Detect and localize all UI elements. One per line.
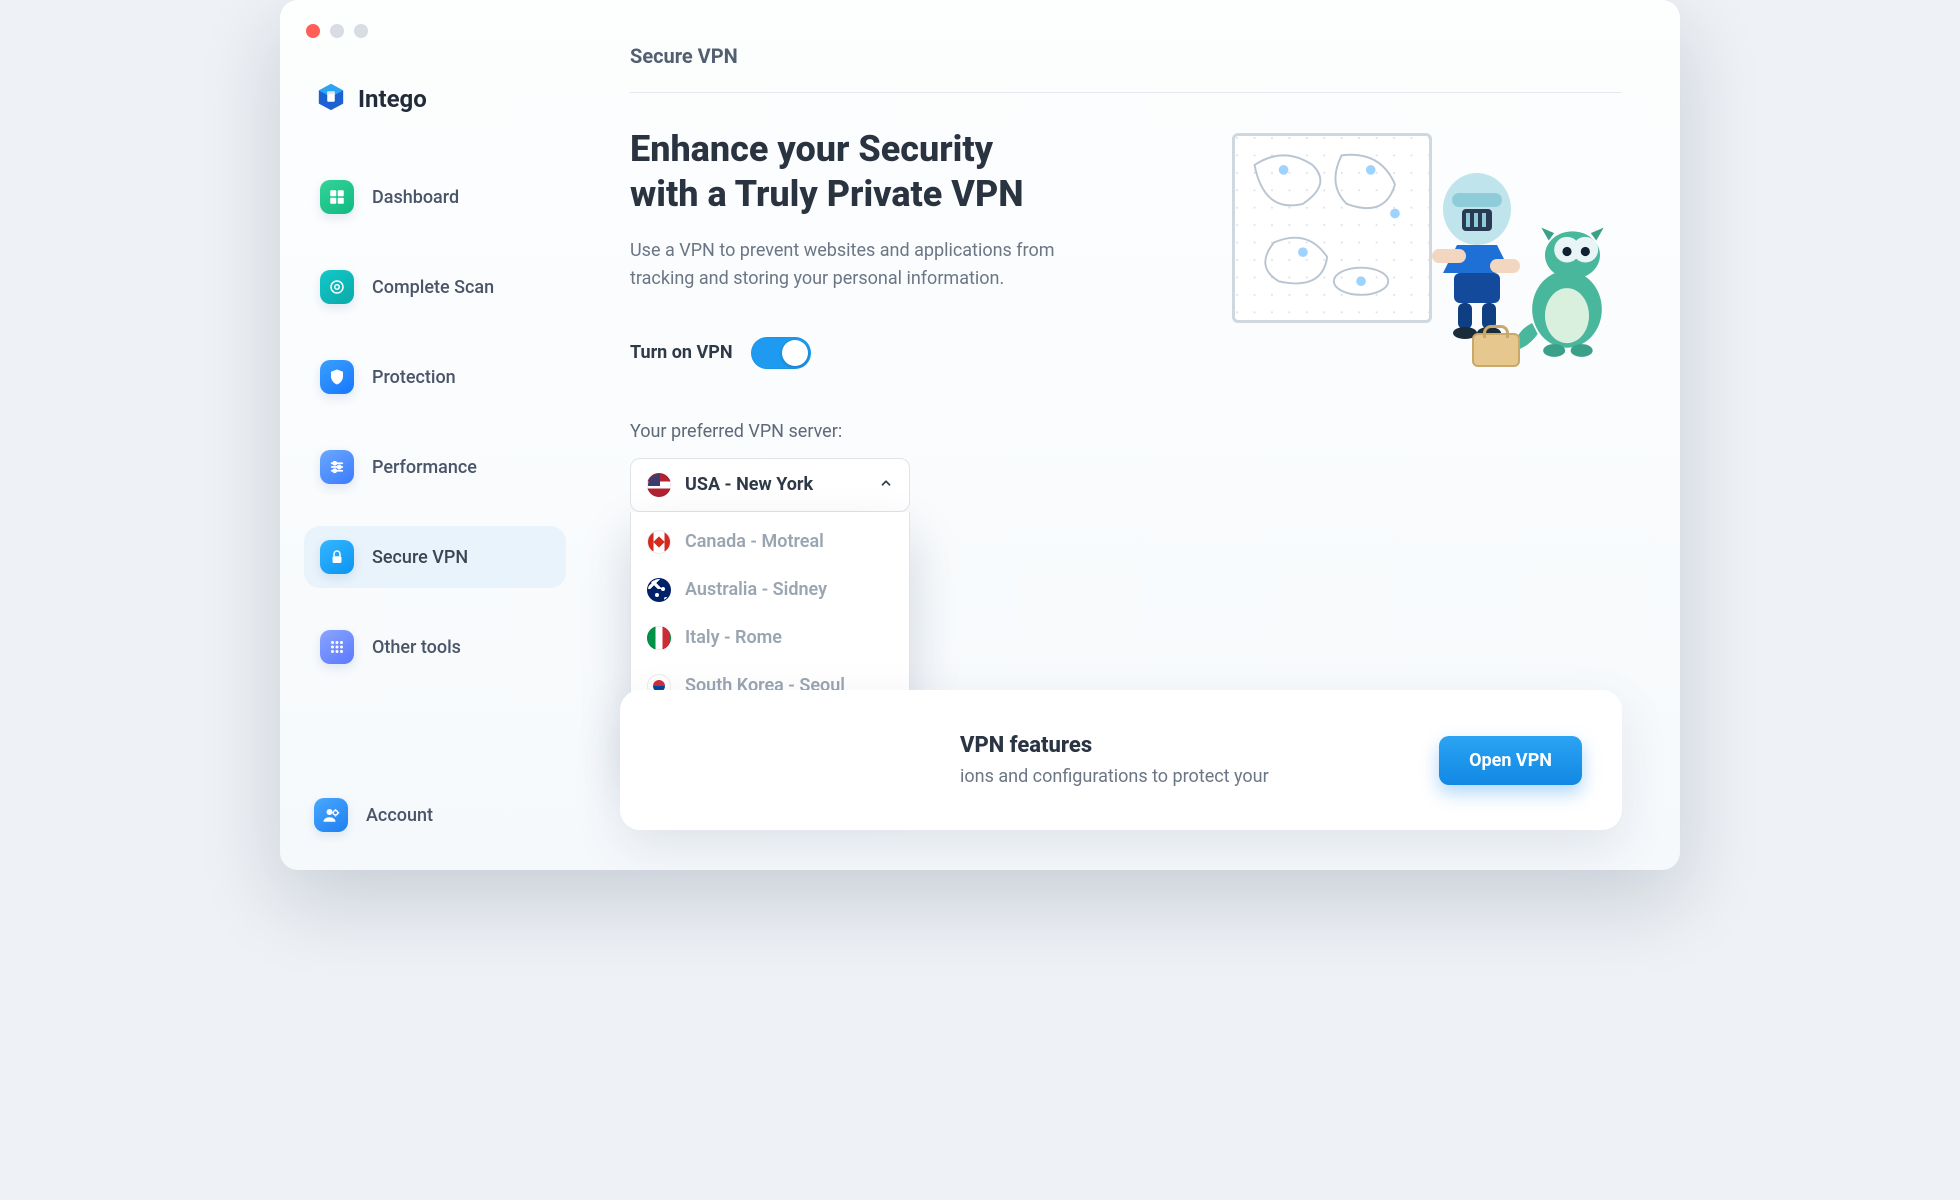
hero-heading: Enhance your Security with a Truly Priva… — [630, 127, 1182, 217]
card-subtitle: ions and configurations to protect your — [960, 766, 1409, 787]
scan-icon — [320, 270, 354, 304]
sidebar-item-label: Other tools — [372, 637, 461, 658]
sidebar-item-protection[interactable]: Protection — [304, 346, 566, 408]
sidebar: Intego Dashboard Complete Scan Protectio — [280, 0, 590, 870]
hero-text: Enhance your Security with a Truly Priva… — [630, 127, 1182, 512]
vpn-toggle[interactable] — [751, 337, 811, 369]
window-close-button[interactable] — [306, 24, 320, 38]
server-option-label: Canada - Motreal — [685, 531, 824, 552]
server-dropdown-toggle[interactable]: USA - New York — [630, 458, 910, 512]
sidebar-item-label: Complete Scan — [372, 277, 494, 298]
flag-italy-icon — [647, 626, 671, 650]
server-option-label: Italy - Rome — [685, 627, 782, 648]
card-title: VPN features — [960, 733, 1409, 758]
hero-section: Enhance your Security with a Truly Priva… — [630, 93, 1622, 512]
vpn-toggle-label: Turn on VPN — [630, 342, 733, 363]
vpn-features-card: VPN features ions and configurations to … — [620, 690, 1622, 830]
server-option-canada[interactable]: Canada - Motreal — [631, 518, 909, 566]
shield-icon — [320, 360, 354, 394]
hero-illustration — [1222, 123, 1622, 383]
chevron-up-icon — [879, 475, 893, 494]
server-select-label: Your preferred VPN server: — [630, 421, 1182, 442]
hero-heading-line1: Enhance your Security — [630, 128, 993, 170]
main-content: Secure VPN Enhance your Security with a … — [590, 0, 1680, 870]
page-title: Secure VPN — [630, 44, 1622, 93]
flag-australia-icon — [647, 578, 671, 602]
grid-icon — [320, 630, 354, 664]
vpn-toggle-row: Turn on VPN — [630, 337, 1182, 369]
open-vpn-button[interactable]: Open VPN — [1439, 736, 1582, 785]
brand-name: Intego — [358, 85, 427, 113]
sidebar-item-label: Secure VPN — [372, 547, 468, 568]
sidebar-item-other-tools[interactable]: Other tools — [304, 616, 566, 678]
sidebar-item-label: Protection — [372, 367, 456, 388]
card-text: VPN features ions and configurations to … — [960, 733, 1409, 787]
sidebar-item-label: Performance — [372, 457, 477, 478]
sidebar-item-performance[interactable]: Performance — [304, 436, 566, 498]
vpn-toggle-knob — [782, 340, 808, 366]
lock-icon — [320, 540, 354, 574]
map-board-icon — [1232, 133, 1432, 323]
sidebar-item-secure-vpn[interactable]: Secure VPN — [304, 526, 566, 588]
window-traffic-lights — [306, 24, 368, 38]
hero-heading-line2: with a Truly Private VPN — [630, 173, 1024, 215]
window-zoom-button[interactable] — [354, 24, 368, 38]
server-dropdown: USA - New York Canada - Motreal Australi — [630, 458, 910, 512]
brand: Intego — [298, 78, 572, 148]
server-option-italy[interactable]: Italy - Rome — [631, 614, 909, 662]
sidebar-item-label: Dashboard — [372, 187, 459, 208]
account-icon — [314, 798, 348, 832]
sliders-icon — [320, 450, 354, 484]
dragon-character-icon — [1512, 213, 1622, 363]
sidebar-item-complete-scan[interactable]: Complete Scan — [304, 256, 566, 318]
brand-logo-icon — [316, 82, 346, 116]
flag-canada-icon — [647, 530, 671, 554]
sidebar-nav: Dashboard Complete Scan Protection Perfo… — [298, 156, 572, 776]
sidebar-item-dashboard[interactable]: Dashboard — [304, 166, 566, 228]
sidebar-item-account[interactable]: Account — [298, 784, 572, 846]
sidebar-item-label: Account — [366, 805, 433, 826]
window-minimize-button[interactable] — [330, 24, 344, 38]
suitcase-icon — [1472, 333, 1520, 367]
server-option-australia[interactable]: Australia - Sidney — [631, 566, 909, 614]
flag-usa-icon — [647, 473, 671, 497]
hero-subtext: Use a VPN to prevent websites and applic… — [630, 237, 1070, 293]
server-dropdown-selected: USA - New York — [685, 474, 865, 495]
server-option-label: Australia - Sidney — [685, 579, 827, 600]
dashboard-icon — [320, 180, 354, 214]
app-window: Intego Dashboard Complete Scan Protectio — [280, 0, 1680, 870]
